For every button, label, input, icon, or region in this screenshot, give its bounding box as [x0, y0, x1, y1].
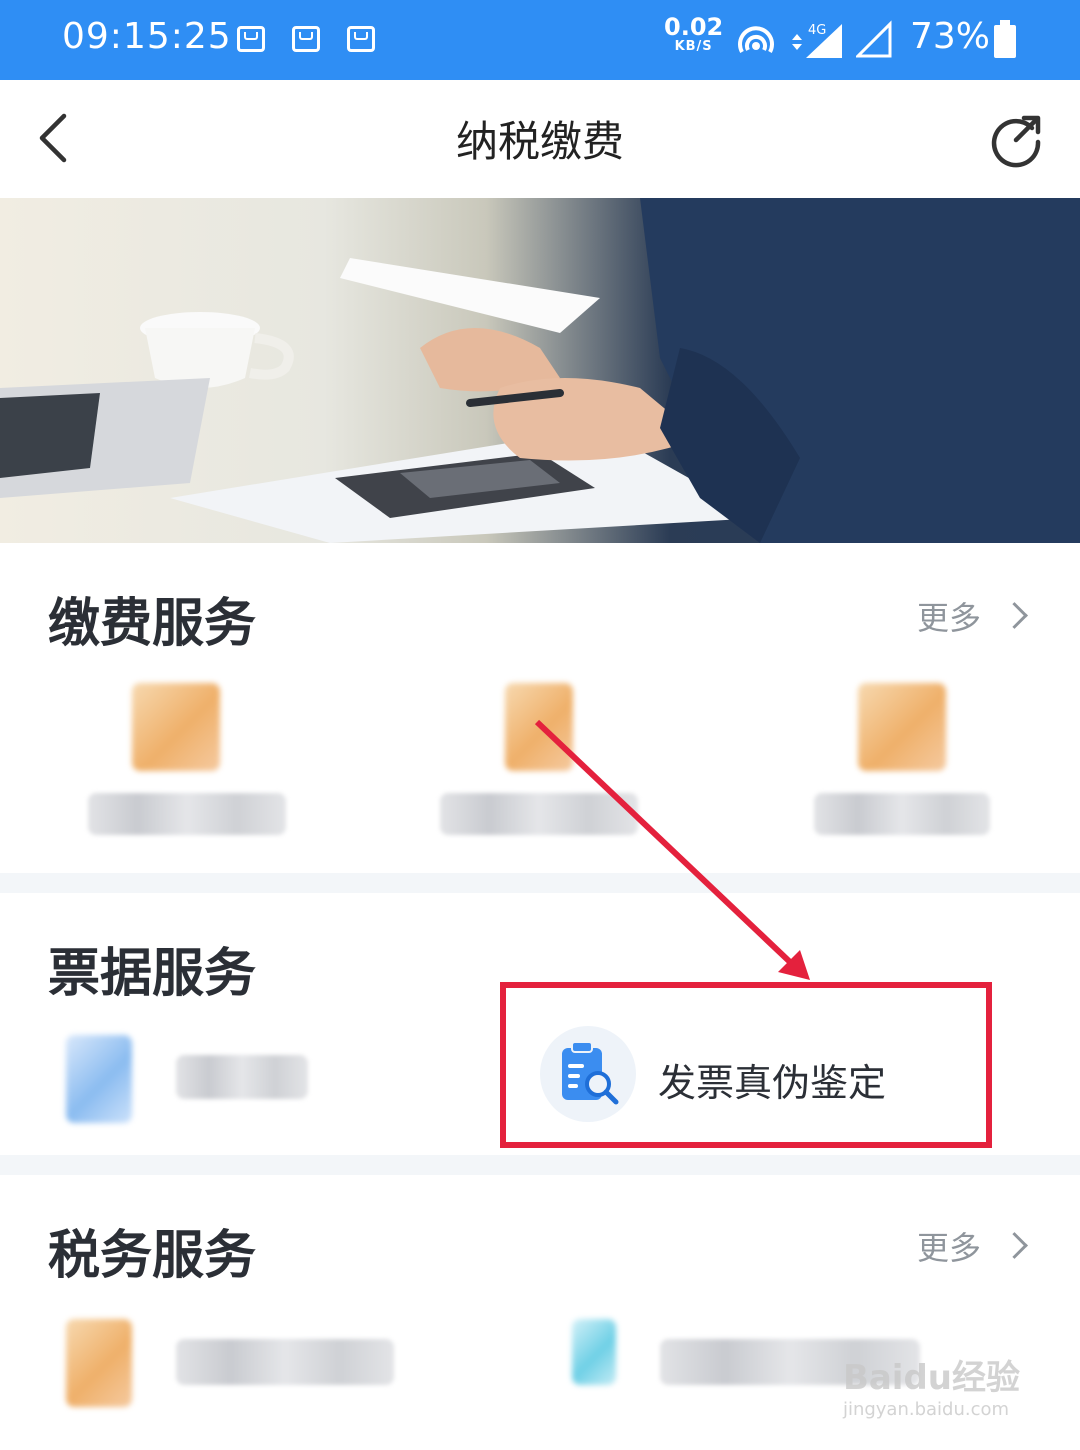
- annotation-arrow: [534, 719, 810, 980]
- annotation-highlight-box: [500, 982, 992, 1148]
- watermark: Baidu经验 jingyan.baidu.com: [842, 1358, 1020, 1420]
